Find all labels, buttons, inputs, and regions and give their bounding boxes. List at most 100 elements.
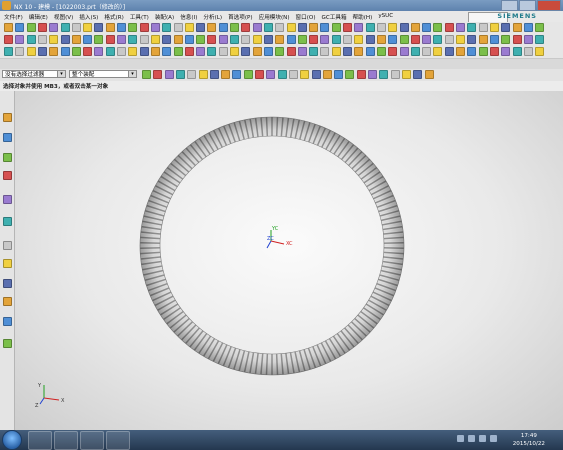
toolbar-tool-icon[interactable] [150, 47, 160, 56]
toolbar-tool-icon[interactable] [331, 47, 341, 56]
toolbar-tool-icon[interactable] [399, 23, 409, 32]
menu-item[interactable]: 分析(L) [202, 12, 223, 22]
toolbar-tool-icon[interactable] [162, 47, 172, 56]
toolbar-tool-icon[interactable] [255, 70, 264, 79]
toolbar-tool-icon[interactable] [15, 35, 25, 44]
toolbar-tool-icon[interactable] [300, 70, 310, 79]
toolbar-tool-icon[interactable] [175, 70, 185, 79]
toolbar-tool-icon[interactable] [413, 70, 423, 79]
menu-item[interactable]: 首选项(P) [227, 12, 254, 22]
toolbar-tool-icon[interactable] [343, 35, 352, 44]
toolbar-tool-icon[interactable] [478, 35, 488, 44]
toolbar-tool-icon[interactable] [523, 35, 533, 44]
toolbar-tool-icon[interactable] [230, 23, 239, 32]
toolbar-tool-icon[interactable] [501, 23, 511, 32]
resource-bar-tab-icon[interactable] [3, 153, 12, 162]
toolbar-tool-icon[interactable] [117, 23, 126, 32]
taskbar-app-sogou[interactable] [28, 431, 52, 450]
type-filter-dropdown[interactable]: 没有选择过滤器 ▾ [2, 70, 66, 78]
toolbar-tool-icon[interactable] [60, 47, 70, 56]
toolbar-tool-icon[interactable] [241, 47, 251, 56]
toolbar-tool-icon[interactable] [512, 47, 522, 56]
toolbar-tool-icon[interactable] [433, 47, 443, 56]
menu-item[interactable]: 应用模块(N) [258, 12, 291, 22]
taskbar-app-other[interactable] [106, 431, 130, 450]
toolbar-tool-icon[interactable] [230, 35, 239, 44]
toolbar-tool-icon[interactable] [275, 35, 285, 44]
toolbar-tool-icon[interactable] [37, 47, 47, 56]
toolbar-tool-icon[interactable] [139, 23, 149, 32]
toolbar-tool-icon[interactable] [252, 23, 262, 32]
taskbar-app-explorer[interactable] [80, 431, 104, 450]
toolbar-tool-icon[interactable] [162, 23, 172, 32]
toolbar-tool-icon[interactable] [60, 35, 70, 44]
toolbar-tool-icon[interactable] [49, 35, 59, 44]
toolbar-tool-icon[interactable] [263, 47, 273, 56]
toolbar-tool-icon[interactable] [4, 23, 13, 32]
nx-app-icon[interactable] [2, 1, 11, 10]
toolbar-tool-icon[interactable] [368, 70, 377, 79]
toolbar-tool-icon[interactable] [379, 70, 389, 79]
toolbar-tool-icon[interactable] [535, 47, 545, 56]
scope-dropdown[interactable]: 整个装配 ▾ [69, 70, 137, 78]
toolbar-tool-icon[interactable] [410, 23, 420, 32]
toolbar-tool-icon[interactable] [433, 35, 443, 44]
menu-item[interactable]: 视图(V) [53, 12, 74, 22]
toolbar-tool-icon[interactable] [388, 23, 398, 32]
toolbar-tool-icon[interactable] [320, 47, 330, 56]
toolbar-tool-icon[interactable] [207, 47, 217, 56]
toolbar-tool-icon[interactable] [153, 70, 163, 79]
toolbar-tool-icon[interactable] [71, 23, 81, 32]
taskbar-clock[interactable]: 17:49 2015/10/22 [513, 432, 545, 448]
toolbar-tool-icon[interactable] [218, 35, 228, 44]
toolbar-tool-icon[interactable] [512, 35, 522, 44]
toolbar-tool-icon[interactable] [410, 35, 420, 44]
toolbar-tool-icon[interactable] [4, 47, 13, 56]
toolbar-tool-icon[interactable] [232, 70, 242, 79]
toolbar-tool-icon[interactable] [444, 35, 454, 44]
toolbar-tool-icon[interactable] [399, 47, 409, 56]
toolbar-tool-icon[interactable] [277, 70, 287, 79]
toolbar-tool-icon[interactable] [117, 47, 126, 56]
toolbar-tool-icon[interactable] [365, 47, 375, 56]
toolbar-tool-icon[interactable] [401, 70, 411, 79]
toolbar-tool-icon[interactable] [467, 35, 477, 44]
toolbar-tool-icon[interactable] [26, 23, 36, 32]
toolbar-tool-icon[interactable] [433, 23, 443, 32]
toolbar-tool-icon[interactable] [83, 47, 93, 56]
toolbar-tool-icon[interactable] [320, 35, 330, 44]
toolbar-tool-icon[interactable] [456, 35, 465, 44]
toolbar-tool-icon[interactable] [71, 47, 81, 56]
toolbar-tool-icon[interactable] [399, 35, 409, 44]
toolbar-tool-icon[interactable] [128, 23, 138, 32]
toolbar-tool-icon[interactable] [15, 47, 25, 56]
toolbar-tool-icon[interactable] [286, 35, 296, 44]
toolbar-tool-icon[interactable] [94, 47, 104, 56]
toolbar-tool-icon[interactable] [164, 70, 174, 79]
toolbar-tool-icon[interactable] [94, 23, 104, 32]
menu-item[interactable]: 信息(I) [179, 12, 198, 22]
toolbar-tool-icon[interactable] [162, 35, 172, 44]
toolbar-tool-icon[interactable] [60, 23, 70, 32]
toolbar-tool-icon[interactable] [26, 47, 36, 56]
toolbar-tool-icon[interactable] [221, 70, 231, 79]
toolbar-tool-icon[interactable] [297, 23, 307, 32]
menu-item[interactable]: 工具(T) [129, 12, 150, 22]
toolbar-tool-icon[interactable] [354, 47, 364, 56]
toolbar-tool-icon[interactable] [252, 47, 262, 56]
toolbar-tool-icon[interactable] [230, 47, 239, 56]
toolbar-tool-icon[interactable] [343, 23, 352, 32]
menu-item[interactable]: 文件(F) [3, 12, 24, 22]
toolbar-tool-icon[interactable] [184, 23, 194, 32]
menu-item[interactable]: 帮助(H) [352, 12, 374, 22]
toolbar-tool-icon[interactable] [196, 35, 206, 44]
toolbar-tool-icon[interactable] [198, 70, 208, 79]
toolbar-tool-icon[interactable] [150, 23, 160, 32]
resource-bar-tab-icon[interactable] [3, 279, 12, 288]
toolbar-tool-icon[interactable] [376, 47, 386, 56]
toolbar-tool-icon[interactable] [207, 35, 217, 44]
toolbar-tool-icon[interactable] [376, 35, 386, 44]
toolbar-tool-icon[interactable] [365, 35, 375, 44]
maximize-button[interactable] [519, 0, 536, 11]
toolbar-tool-icon[interactable] [196, 47, 206, 56]
